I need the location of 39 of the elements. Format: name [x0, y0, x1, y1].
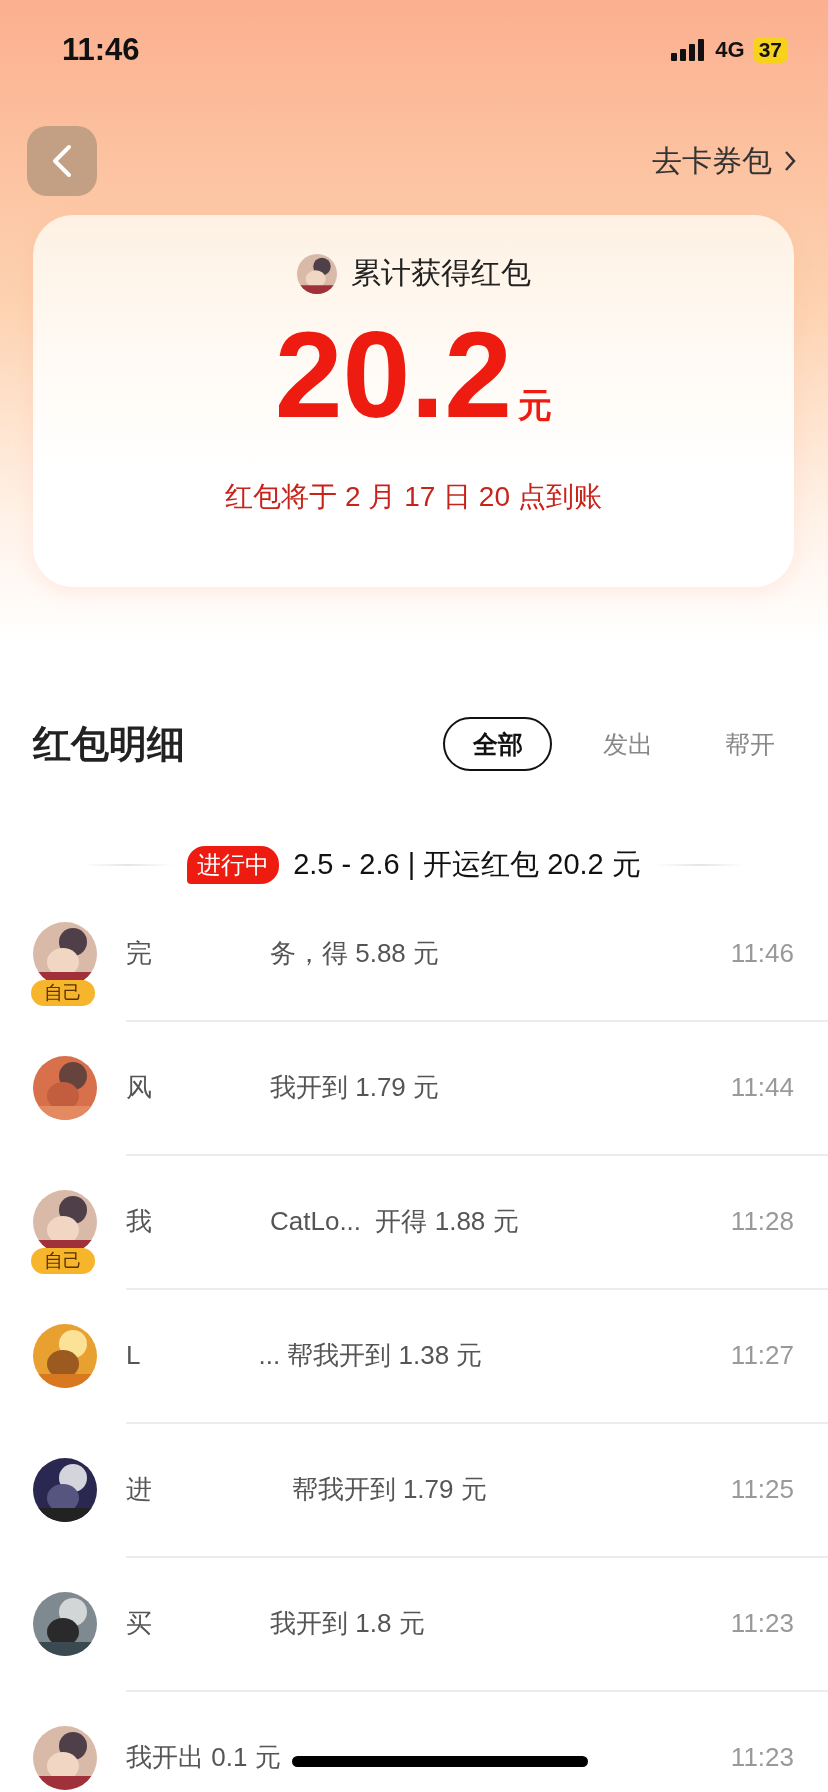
- record-text: 我开出 0.1 元: [126, 1740, 281, 1774]
- record-text: 我开到 1.8 元: [270, 1606, 425, 1640]
- section-title: 红包明细: [33, 721, 185, 767]
- chevron-icon: [784, 150, 796, 172]
- back-icon: [52, 144, 72, 178]
- filter-tab[interactable]: 发出: [582, 717, 674, 771]
- self-badge: 自己: [31, 980, 95, 1006]
- payout-note: 红包将于 2 月 17 日 20 点到账: [225, 480, 602, 514]
- currency-unit: 元: [518, 385, 553, 426]
- period-title: 2.5 - 2.6 | 开运红包 20.2 元: [293, 847, 641, 882]
- record-time: 11:44: [730, 1071, 794, 1103]
- record-text: 完: [126, 936, 152, 970]
- record-time: 11:27: [730, 1339, 794, 1371]
- record-text: CatLo... 开得 1.88 元: [270, 1204, 519, 1238]
- record-text: 务，得 5.88 元: [270, 936, 440, 970]
- record-time: 11:23: [730, 1741, 794, 1773]
- record-text: 我: [126, 1204, 152, 1238]
- battery-level: 37: [752, 37, 788, 63]
- filter-tab[interactable]: 全部: [443, 717, 552, 771]
- record-text: ... 帮我开到 1.38 元: [258, 1338, 483, 1372]
- status-time: 11:46: [62, 32, 140, 68]
- back-button[interactable]: [27, 126, 97, 196]
- record-time: 11:25: [730, 1473, 794, 1505]
- record-time: 11:23: [730, 1607, 794, 1639]
- summary-title: 累计获得红包: [350, 255, 531, 291]
- status-badge: 进行中: [187, 846, 280, 884]
- network-label: 4G: [715, 37, 745, 63]
- self-badge: 自己: [31, 1248, 95, 1274]
- total-amount: 20.2: [274, 314, 513, 436]
- record-text: 帮我开到 1.79 元: [290, 1472, 487, 1506]
- record-text: L: [126, 1339, 141, 1371]
- record-text: 买: [126, 1606, 152, 1640]
- coupon-link[interactable]: 去卡券包: [652, 140, 796, 182]
- filter-tab[interactable]: 帮开: [704, 717, 796, 771]
- record-text: 风: [126, 1070, 152, 1104]
- record-text: 我开到 1.79 元: [270, 1070, 440, 1104]
- record-text: 进: [126, 1472, 152, 1506]
- record-time: 11:28: [730, 1205, 794, 1237]
- record-time: 11:46: [730, 937, 794, 969]
